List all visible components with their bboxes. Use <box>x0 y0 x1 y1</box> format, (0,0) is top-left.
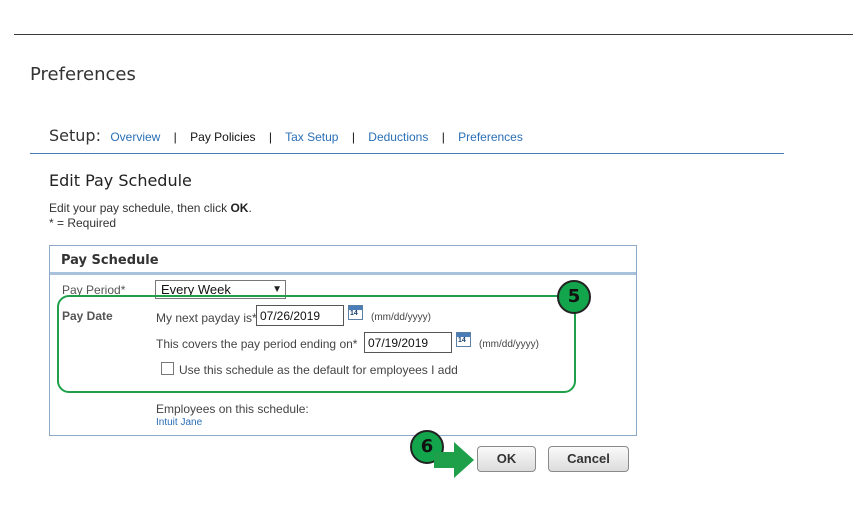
nav-tax-setup[interactable]: Tax Setup <box>285 130 338 144</box>
callout-highlight-box <box>57 295 576 393</box>
nav-overview[interactable]: Overview <box>110 130 160 144</box>
instruction-text: Edit your pay schedule, then click OK. <box>49 201 252 215</box>
nav-separator: | <box>268 130 272 144</box>
nav-divider <box>30 153 784 154</box>
setup-label: Setup: <box>49 126 101 145</box>
arrow-right-icon <box>434 442 474 478</box>
nav-deductions[interactable]: Deductions <box>368 130 428 144</box>
nav-separator: | <box>173 130 177 144</box>
step-5-badge: 5 <box>557 280 591 314</box>
nav-separator: | <box>351 130 355 144</box>
cancel-button[interactable]: Cancel <box>548 446 629 472</box>
employee-link[interactable]: Intuit Jane <box>156 417 202 428</box>
nav-pay-policies[interactable]: Pay Policies <box>190 130 255 144</box>
section-title: Edit Pay Schedule <box>49 171 192 190</box>
ok-button[interactable]: OK <box>477 446 536 472</box>
required-note: * = Required <box>49 216 117 230</box>
nav-separator: | <box>441 130 445 144</box>
nav-preferences[interactable]: Preferences <box>458 130 523 144</box>
panel-header: Pay Schedule <box>50 246 636 275</box>
top-divider <box>14 34 853 35</box>
instructions: Edit your pay schedule, then click OK. *… <box>49 201 252 231</box>
setup-nav: Setup: Overview | Pay Policies | Tax Set… <box>49 126 523 145</box>
employees-label: Employees on this schedule: <box>156 402 309 416</box>
page-title: Preferences <box>30 64 136 85</box>
chevron-down-icon: ▼ <box>272 284 282 295</box>
